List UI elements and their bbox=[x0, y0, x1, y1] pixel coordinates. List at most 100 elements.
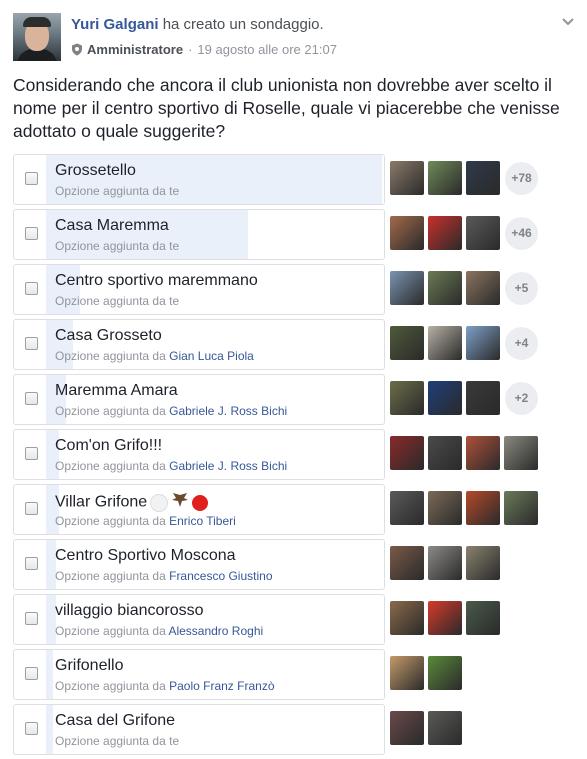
more-voters-button[interactable]: +5 bbox=[505, 271, 538, 305]
option-checkbox[interactable] bbox=[25, 722, 38, 735]
voter-avatar[interactable] bbox=[428, 216, 462, 250]
option-checkbox[interactable] bbox=[25, 502, 38, 515]
voter-avatars bbox=[390, 490, 542, 526]
eagle-icon bbox=[171, 492, 189, 513]
voter-avatar[interactable] bbox=[390, 656, 424, 690]
voter-avatar[interactable] bbox=[428, 711, 462, 745]
author-name-link[interactable]: Yuri Galgani bbox=[71, 16, 159, 33]
voter-avatar[interactable] bbox=[428, 656, 462, 690]
option-title: Grifonello bbox=[55, 657, 124, 674]
voter-avatar[interactable] bbox=[390, 601, 424, 635]
voter-avatar[interactable] bbox=[390, 271, 424, 305]
poll-option-box[interactable]: Casa Grosseto Opzione aggiunta da Gian Lu… bbox=[13, 319, 385, 370]
option-checkbox[interactable] bbox=[25, 227, 38, 240]
voter-avatar[interactable] bbox=[428, 546, 462, 580]
poll-option: Centro sportivo maremmano Opzione aggiunt… bbox=[13, 264, 587, 315]
poll-option-box[interactable]: Centro sportivo maremmano Opzione aggiunt… bbox=[13, 264, 385, 315]
voter-avatar[interactable] bbox=[504, 491, 538, 525]
voter-avatar[interactable] bbox=[428, 271, 462, 305]
poll-option-box[interactable]: villaggio biancorosso Opzione aggiunta da… bbox=[13, 594, 385, 645]
voter-avatar[interactable] bbox=[466, 271, 500, 305]
more-voters-button[interactable]: +78 bbox=[505, 161, 538, 195]
voter-avatars: +5 bbox=[390, 270, 538, 306]
voter-avatar[interactable] bbox=[390, 381, 424, 415]
voter-avatar[interactable] bbox=[390, 216, 424, 250]
poll-option-box[interactable]: Com'on Grifo!!! Opzione aggiunta da Gabri… bbox=[13, 429, 385, 480]
option-checkbox[interactable] bbox=[25, 667, 38, 680]
poll-option-box[interactable]: Villar Grifone Opzione aggiunta da Enrico… bbox=[13, 484, 385, 535]
more-voters-button[interactable]: +2 bbox=[505, 381, 538, 415]
option-added-by: Opzione aggiunta da Gian Luca Piola bbox=[55, 349, 254, 363]
voter-avatars bbox=[390, 655, 466, 691]
voter-avatar[interactable] bbox=[428, 436, 462, 470]
option-checkbox[interactable] bbox=[25, 282, 38, 295]
voter-avatar[interactable] bbox=[390, 436, 424, 470]
more-voters-button[interactable]: +4 bbox=[505, 326, 538, 360]
voter-avatar[interactable] bbox=[466, 216, 500, 250]
voter-avatar[interactable] bbox=[466, 601, 500, 635]
voter-avatar[interactable] bbox=[466, 546, 500, 580]
voter-avatar[interactable] bbox=[466, 326, 500, 360]
voter-avatar[interactable] bbox=[428, 601, 462, 635]
voter-avatar[interactable] bbox=[390, 546, 424, 580]
voter-avatar[interactable] bbox=[428, 381, 462, 415]
option-added-by: Opzione aggiunta da te bbox=[55, 239, 180, 253]
voter-avatars bbox=[390, 600, 504, 636]
voter-avatar[interactable] bbox=[428, 491, 462, 525]
voter-avatar[interactable] bbox=[390, 161, 424, 195]
option-title: Centro Sportivo Moscona bbox=[55, 547, 236, 564]
option-added-by: Opzione aggiunta da te bbox=[55, 734, 180, 748]
poll-option-box[interactable]: Centro Sportivo Moscona Opzione aggiunta … bbox=[13, 539, 385, 590]
poll-option-box[interactable]: Casa Maremma Opzione aggiunta da te bbox=[13, 209, 385, 260]
voter-avatar[interactable] bbox=[428, 326, 462, 360]
option-title: Villar Grifone bbox=[55, 492, 209, 513]
voter-avatar[interactable] bbox=[466, 491, 500, 525]
option-added-by: Opzione aggiunta da Gabriele J. Ross Bic… bbox=[55, 404, 288, 418]
poll-option: Casa del Grifone Opzione aggiunta da te bbox=[13, 704, 587, 755]
poll-option: Centro Sportivo Moscona Opzione aggiunta … bbox=[13, 539, 587, 590]
poll-options-list: Grossetello Opzione aggiunta da te +78 Casa… bbox=[13, 154, 587, 759]
voter-avatar[interactable] bbox=[466, 161, 500, 195]
option-checkbox[interactable] bbox=[25, 557, 38, 570]
voter-avatar[interactable] bbox=[466, 381, 500, 415]
added-by-name[interactable]: Alessandro Roghi bbox=[168, 624, 263, 638]
voter-avatar[interactable] bbox=[390, 326, 424, 360]
post-timestamp-link[interactable]: 19 agosto alle ore 21:07 bbox=[197, 42, 337, 57]
voter-avatar[interactable] bbox=[504, 436, 538, 470]
poll-option: Casa Maremma Opzione aggiunta da te +46 bbox=[13, 209, 587, 260]
voter-avatars: +78 bbox=[390, 160, 538, 196]
poll-option-box[interactable]: Maremma Amara Opzione aggiunta da Gabriel… bbox=[13, 374, 385, 425]
option-checkbox[interactable] bbox=[25, 337, 38, 350]
white-circle-icon bbox=[150, 493, 169, 512]
poll-option-box[interactable]: Grifonello Opzione aggiunta da Paolo Fran… bbox=[13, 649, 385, 700]
poll-option-box[interactable]: Casa del Grifone Opzione aggiunta da te bbox=[13, 704, 385, 755]
voter-avatar[interactable] bbox=[390, 491, 424, 525]
option-checkbox[interactable] bbox=[25, 392, 38, 405]
option-title: Com'on Grifo!!! bbox=[55, 437, 163, 454]
added-by-name: te bbox=[169, 734, 180, 748]
more-voters-button[interactable]: +46 bbox=[505, 216, 538, 250]
option-added-by: Opzione aggiunta da Francesco Giustino bbox=[55, 569, 273, 583]
poll-option: Com'on Grifo!!! Opzione aggiunta da Gabri… bbox=[13, 429, 587, 480]
poll-option-box[interactable]: Grossetello Opzione aggiunta da te bbox=[13, 154, 385, 205]
poll-option: Casa Grosseto Opzione aggiunta da Gian Lu… bbox=[13, 319, 587, 370]
chevron-down-icon[interactable] bbox=[562, 17, 574, 29]
option-checkbox[interactable] bbox=[25, 612, 38, 625]
added-by-name[interactable]: Enrico Tiberi bbox=[169, 514, 236, 528]
added-by-name[interactable]: Gian Luca Piola bbox=[169, 349, 254, 363]
author-avatar[interactable] bbox=[13, 13, 61, 61]
voter-avatar[interactable] bbox=[466, 436, 500, 470]
added-by-name[interactable]: Paolo Franz Franzò bbox=[169, 679, 274, 693]
added-by-name[interactable]: Gabriele J. Ross Bichi bbox=[169, 404, 287, 418]
added-by-name[interactable]: Francesco Giustino bbox=[169, 569, 272, 583]
voter-avatar[interactable] bbox=[428, 161, 462, 195]
option-added-by: Opzione aggiunta da te bbox=[55, 184, 180, 198]
added-by-name: te bbox=[169, 294, 180, 308]
added-by-name[interactable]: Gabriele J. Ross Bichi bbox=[169, 459, 287, 473]
voter-avatar[interactable] bbox=[390, 711, 424, 745]
poll-option: Villar Grifone Opzione aggiunta da Enrico… bbox=[13, 484, 587, 535]
option-added-by: Opzione aggiunta da Enrico Tiberi bbox=[55, 514, 236, 528]
option-checkbox[interactable] bbox=[25, 172, 38, 185]
option-checkbox[interactable] bbox=[25, 447, 38, 460]
option-title: Maremma Amara bbox=[55, 382, 178, 399]
